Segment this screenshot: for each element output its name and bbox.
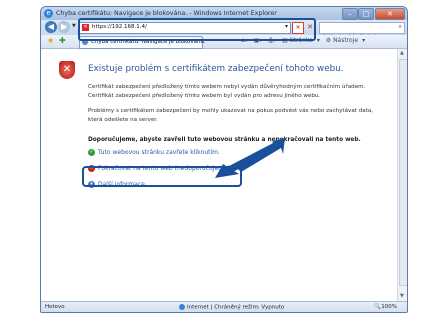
close-page-link[interactable]: ✓ Tuto webovou stránku zavřete kliknutím… (88, 149, 220, 156)
maximize-button[interactable]: □ (358, 8, 374, 20)
minimize-button[interactable]: – (342, 8, 358, 20)
shield-error-icon: ✕ (59, 61, 75, 79)
favorites-star-icon[interactable]: ★ (47, 36, 54, 45)
scroll-down-icon[interactable]: ▼ (400, 293, 404, 299)
scroll-up-icon[interactable]: ▲ (400, 50, 404, 56)
error-paragraph-1: Certifikát zabezpečení předložený tímto … (88, 84, 366, 99)
status-text: Hotovo (45, 304, 65, 310)
check-shield-icon: ✓ (88, 149, 95, 156)
zoom-value: 100% (381, 304, 397, 310)
window-title: Chyba certifikátu: Navigace je blokována… (56, 10, 277, 17)
tools-menu[interactable]: ⚙ Nástroje ▾ (326, 37, 365, 44)
zone-text: Internet | Chráněný režim: Vypnuto (187, 304, 285, 311)
zoom-level[interactable]: 🔍100% (374, 304, 397, 310)
search-icon[interactable]: ⌕ (399, 23, 402, 31)
vertical-scrollbar[interactable]: ▲ ▼ (397, 49, 407, 301)
close-page-link-label: Tuto webovou stránku zavřete kliknutím. (98, 149, 220, 156)
tools-menu-label: Nástroje (333, 37, 359, 44)
back-button[interactable]: ◀ (45, 21, 57, 33)
scroll-thumb[interactable] (399, 59, 407, 286)
security-zone[interactable]: Internet | Chráněný režim: Vypnuto (179, 304, 284, 311)
forward-button[interactable]: ▶ (58, 21, 70, 33)
pointer-arrow-icon (215, 138, 285, 178)
error-heading: Existuje problém s certifikátem zabezpeč… (88, 64, 344, 74)
search-box[interactable]: ⌕ (319, 22, 405, 42)
globe-icon (179, 304, 185, 310)
error-paragraph-2: Problémy s certifikátem zabezpečení by m… (88, 108, 374, 123)
history-dropdown-icon[interactable]: ▼ (72, 23, 76, 29)
ie-logo-icon: e (44, 9, 53, 18)
status-bar: Hotovo Internet | Chráněný režim: Vypnut… (41, 301, 407, 312)
close-button[interactable]: ✕ (375, 8, 405, 20)
add-favorites-icon[interactable]: ✚ (59, 36, 66, 45)
url-highlight-box (78, 18, 316, 41)
